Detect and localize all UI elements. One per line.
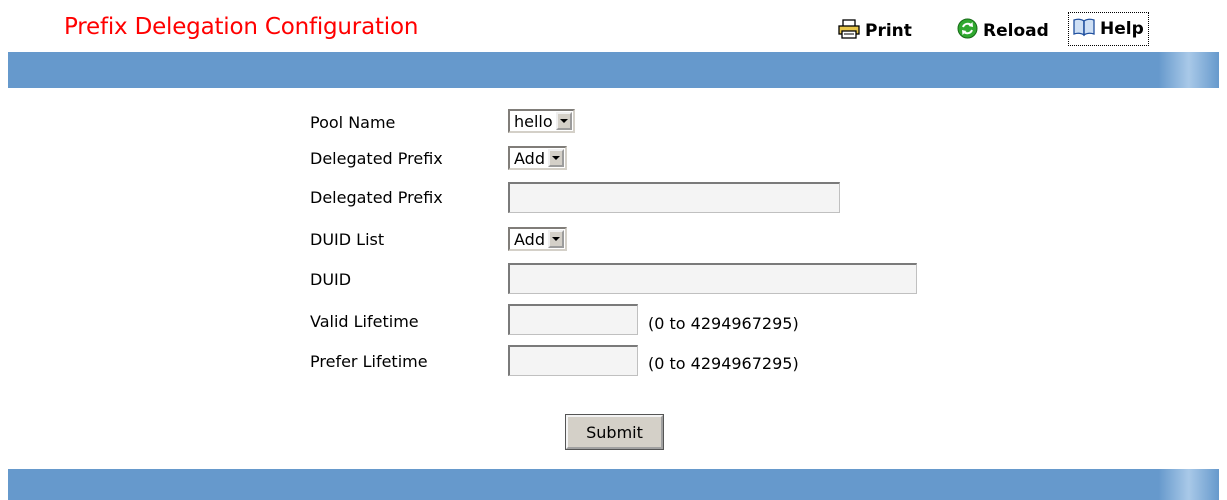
printer-icon (838, 18, 860, 44)
print-label: Print (865, 21, 912, 41)
duid-list-select[interactable]: Add (508, 227, 567, 251)
prefer-lifetime-input[interactable] (508, 345, 638, 376)
duid-label: DUID (310, 270, 352, 289)
help-button[interactable]: Help (1068, 12, 1149, 46)
print-button[interactable]: Print (838, 16, 912, 46)
prefer-lifetime-label: Prefer Lifetime (310, 352, 428, 371)
pool-name-value: hello (514, 111, 553, 131)
reload-button[interactable]: Reload (957, 16, 1049, 46)
footer-band (8, 469, 1219, 500)
valid-lifetime-range: (0 to 4294967295) (648, 314, 799, 333)
page-title: Prefix Delegation Configuration (64, 14, 419, 40)
chevron-down-icon (547, 149, 564, 167)
submit-button[interactable]: Submit (565, 414, 664, 450)
delegated-prefix-input-label: Delegated Prefix (310, 188, 443, 207)
valid-lifetime-input[interactable] (508, 304, 638, 335)
duid-list-value: Add (514, 229, 545, 249)
delegated-prefix-select[interactable]: Add (508, 146, 567, 170)
chevron-down-icon (547, 230, 564, 248)
delegated-prefix-select-label: Delegated Prefix (310, 149, 443, 168)
pool-name-select[interactable]: hello (508, 109, 575, 133)
duid-input[interactable] (508, 263, 917, 294)
prefer-lifetime-range: (0 to 4294967295) (648, 354, 799, 373)
delegated-prefix-select-value: Add (514, 148, 545, 168)
chevron-down-icon (555, 112, 572, 130)
delegated-prefix-input[interactable] (508, 182, 840, 213)
reload-icon (957, 18, 978, 44)
book-icon (1073, 17, 1095, 42)
header-band (8, 52, 1219, 88)
reload-label: Reload (983, 21, 1049, 41)
pool-name-label: Pool Name (310, 113, 396, 132)
duid-list-label: DUID List (310, 230, 385, 249)
help-label: Help (1100, 19, 1144, 39)
valid-lifetime-label: Valid Lifetime (310, 312, 419, 331)
